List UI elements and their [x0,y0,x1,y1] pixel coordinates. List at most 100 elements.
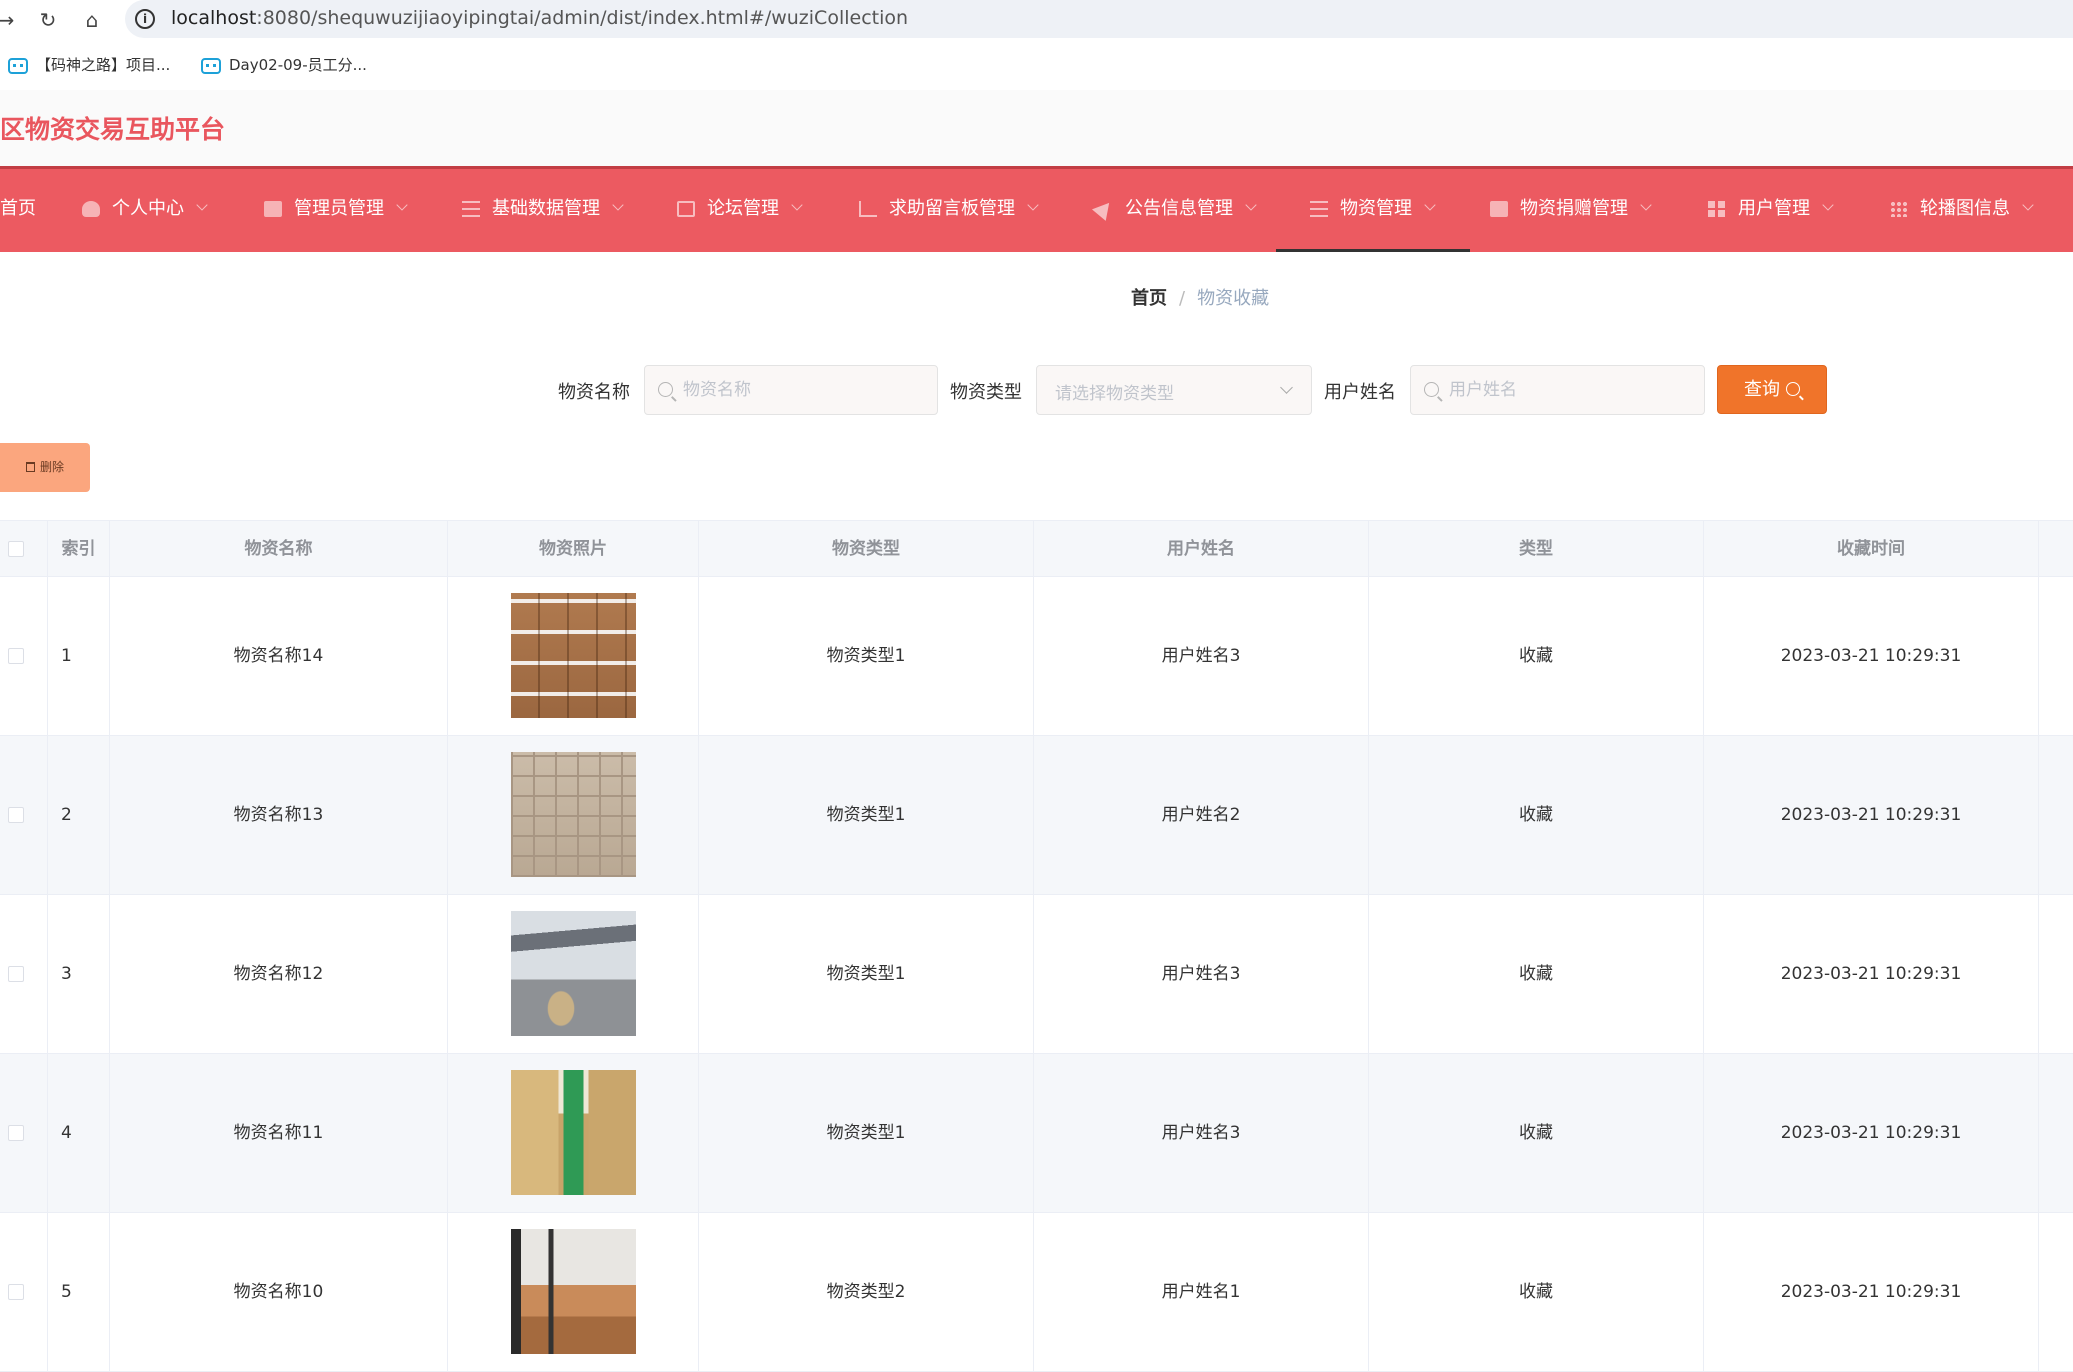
card-icon [264,201,282,217]
forward-icon[interactable]: → [0,6,20,34]
chat-icon [677,201,695,217]
room-supplies-photo[interactable] [511,1229,636,1354]
name-label: 物资名称 [558,382,630,403]
row-checkbox[interactable] [8,1125,24,1141]
nav-item-home[interactable]: 首页 [0,169,36,252]
table-row[interactable]: 3 物资名称12 物资类型1 用户姓名3 收藏 2023-03-21 10:29… [0,895,2073,1054]
sliders-icon [462,201,480,217]
box-icon [1490,201,1508,217]
row-checkbox[interactable] [8,807,24,823]
bilibili-icon [201,57,221,74]
breadcrumb-separator: / [1179,288,1186,309]
row-user: 用户姓名3 [1034,577,1369,735]
row-type: 物资类型2 [699,1213,1034,1371]
row-time: 2023-03-21 10:29:31 [1704,1213,2039,1371]
bookmark-item[interactable]: Day02-09-员工分... [201,54,367,75]
table-row[interactable]: 4 物资名称11 物资类型1 用户姓名3 收藏 2023-03-21 10:29… [0,1054,2073,1213]
name-search-field[interactable] [644,365,938,415]
chevron-down-icon [1424,199,1436,211]
row-kind: 收藏 [1369,577,1704,735]
row-select-cell [0,577,48,735]
nav-item-donations[interactable]: 物资捐赠管理 [1490,169,1652,252]
chevron-down-icon [1822,199,1834,211]
nav-item-supplies[interactable]: 物资管理 [1276,169,1470,252]
row-user: 用户姓名1 [1034,1213,1369,1371]
breadcrumb-home[interactable]: 首页 [1131,288,1167,309]
nav-item-profile[interactable]: 个人中心 [82,169,208,252]
user-search-field[interactable] [1410,365,1705,415]
row-index: 3 [48,895,110,1053]
chevron-down-icon [1245,199,1257,211]
row-kind: 收藏 [1369,736,1704,894]
nav-item-forum[interactable]: 论坛管理 [677,169,803,252]
row-name: 物资名称11 [110,1054,448,1212]
table-row[interactable]: 2 物资名称13 物资类型1 用户姓名2 收藏 2023-03-21 10:29… [0,736,2073,895]
address-bar[interactable]: i localhost:8080/shequwuzijiaoyipingtai/… [125,0,2073,38]
cargo-plane-photo[interactable] [511,911,636,1036]
home-icon[interactable]: ⌂ [78,6,106,34]
nav-item-users[interactable]: 用户管理 [1708,169,1834,252]
bookmark-item[interactable]: 【码神之路】项目... [8,54,170,75]
row-select-cell [0,736,48,894]
user-icon [82,201,100,217]
row-name: 物资名称12 [110,895,448,1053]
stacked-boxes-photo[interactable] [511,593,636,718]
nav-item-base-data[interactable]: 基础数据管理 [462,169,624,252]
browser-toolbar: → ↻ ⌂ i localhost:8080/shequwuzijiaoyipi… [0,0,2073,40]
app-header: 区物资交易互助平台 [0,90,2073,166]
reload-icon[interactable]: ↻ [34,6,62,34]
table-row[interactable]: 5 物资名称10 物资类型2 用户姓名1 收藏 2023-03-21 10:29… [0,1213,2073,1372]
row-user: 用户姓名3 [1034,1054,1369,1212]
send-icon [1091,197,1117,221]
warehouse-aisle-photo[interactable] [511,1070,636,1195]
row-select-cell [0,1213,48,1371]
select-all-checkbox[interactable] [8,541,24,557]
header-time: 收藏时间 [1704,521,2039,577]
row-kind: 收藏 [1369,895,1704,1053]
chevron-down-icon [1640,199,1652,211]
row-index: 2 [48,736,110,894]
header-name: 物资名称 [110,521,448,577]
table-row[interactable]: 1 物资名称14 物资类型1 用户姓名3 收藏 2023-03-21 10:29… [0,577,2073,736]
row-type: 物资类型1 [699,736,1034,894]
bilibili-icon [8,57,28,74]
site-info-icon[interactable]: i [135,9,155,29]
dots-icon [1890,201,1908,217]
search-icon [658,382,673,397]
row-type: 物资类型1 [699,1054,1034,1212]
row-index: 1 [48,577,110,735]
nav-item-carousel[interactable]: 轮播图信息 [1890,169,2034,252]
crop-icon [859,201,877,217]
row-checkbox[interactable] [8,648,24,664]
nav-item-admins[interactable]: 管理员管理 [264,169,408,252]
box-wall-photo[interactable] [511,752,636,877]
row-checkbox[interactable] [8,1284,24,1300]
row-checkbox[interactable] [8,966,24,982]
nav-item-help-board[interactable]: 求助留言板管理 [859,169,1039,252]
row-time: 2023-03-21 10:29:31 [1704,1054,2039,1212]
delete-button[interactable]: 删除 [0,443,90,492]
row-time: 2023-03-21 10:29:31 [1704,895,2039,1053]
app-title: 区物资交易互助平台 [0,115,226,144]
row-time: 2023-03-21 10:29:31 [1704,736,2039,894]
query-button[interactable]: 查询 [1717,365,1827,414]
row-index: 5 [48,1213,110,1371]
breadcrumb-current: 物资收藏 [1197,288,1270,309]
breadcrumb: 首页 / 物资收藏 [1131,284,1269,310]
top-nav: 首页 个人中心 管理员管理 基础数据管理 论坛管理 求助留言板管理 公告信息管理… [0,166,2073,252]
row-user: 用户姓名2 [1034,736,1369,894]
user-search-input[interactable] [1449,366,1689,414]
header-user: 用户姓名 [1034,521,1369,577]
user-label: 用户姓名 [1324,382,1396,403]
header-select-cell [0,521,48,577]
chevron-down-icon [2022,199,2034,211]
row-select-cell [0,1054,48,1212]
chevron-down-icon [396,199,408,211]
row-user: 用户姓名3 [1034,895,1369,1053]
table-header: 索引 物资名称 物资照片 物资类型 用户姓名 类型 收藏时间 [0,520,2073,577]
nav-item-notices[interactable]: 公告信息管理 [1091,169,1257,252]
header-kind: 类型 [1369,521,1704,577]
name-search-input[interactable] [683,366,923,414]
row-name: 物资名称13 [110,736,448,894]
type-select[interactable]: 请选择物资类型 [1036,365,1312,415]
